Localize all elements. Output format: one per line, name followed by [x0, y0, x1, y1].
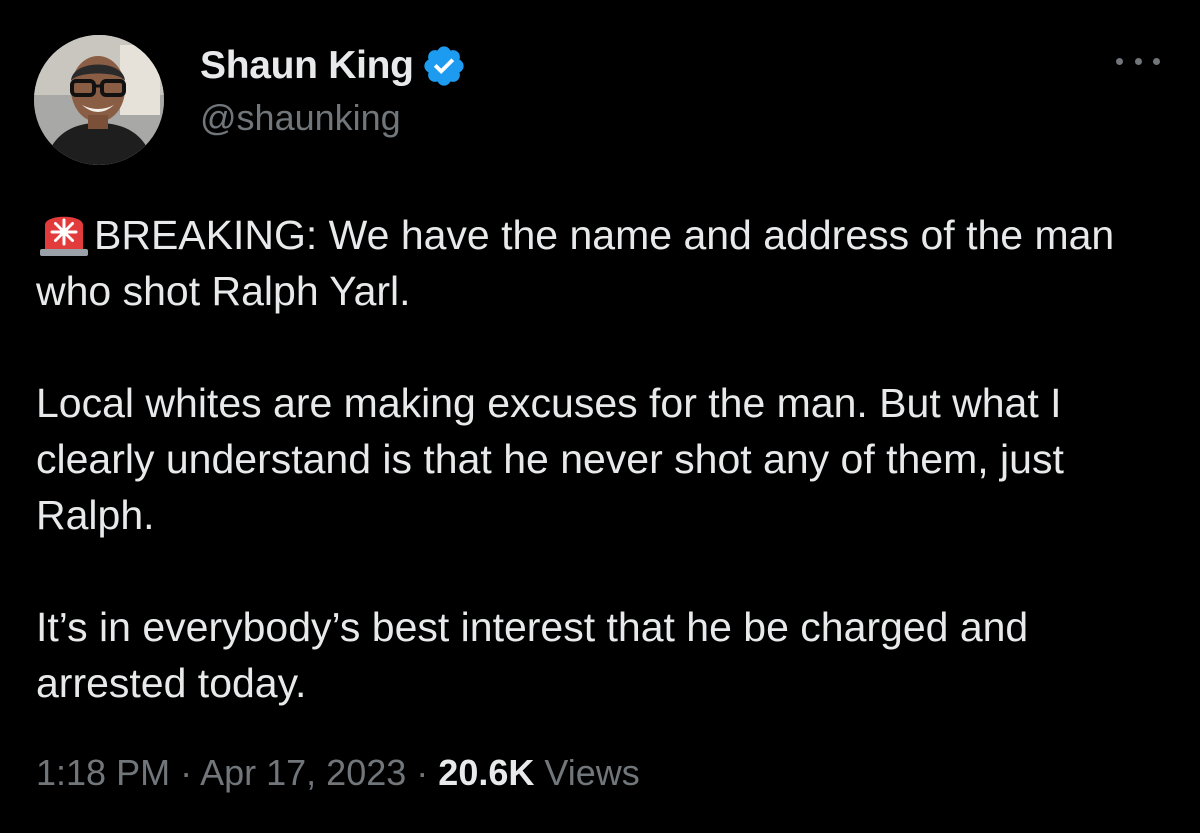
tweet-date[interactable]: Apr 17, 2023 — [200, 752, 406, 793]
tweet-meta: 1:18 PM · Apr 17, 2023 · 20.6K Views — [36, 752, 640, 794]
tweet-paragraph: It’s in everybody’s best interest that h… — [36, 604, 1029, 706]
views-count: 20.6K — [438, 752, 535, 793]
author-name-row: Shaun King — [200, 40, 467, 92]
more-dot — [1153, 57, 1160, 65]
meta-separator: · — [416, 752, 429, 793]
tweet-paragraph-text: BREAKING: We have the name and address o… — [36, 212, 1115, 314]
avatar[interactable] — [34, 35, 164, 165]
display-name[interactable]: Shaun King — [200, 44, 414, 88]
tweet-paragraph: Local whites are making excuses for the … — [36, 380, 1064, 538]
more-dot — [1134, 57, 1142, 65]
tweet-card: Shaun King @shaunking BREAKING: We have … — [0, 0, 1200, 833]
tweet-body: BREAKING: We have the name and address o… — [36, 207, 1176, 711]
tweet-paragraph: BREAKING: We have the name and address o… — [36, 207, 1176, 319]
user-handle[interactable]: @shaunking — [200, 97, 401, 139]
views-label: Views — [544, 752, 640, 793]
meta-separator: · — [180, 752, 193, 793]
more-dot — [1116, 57, 1123, 65]
siren-emoji-icon — [36, 207, 92, 257]
tweet-time[interactable]: 1:18 PM — [36, 752, 170, 793]
more-options-icon[interactable] — [1116, 46, 1160, 76]
verified-badge-icon[interactable] — [421, 43, 467, 89]
